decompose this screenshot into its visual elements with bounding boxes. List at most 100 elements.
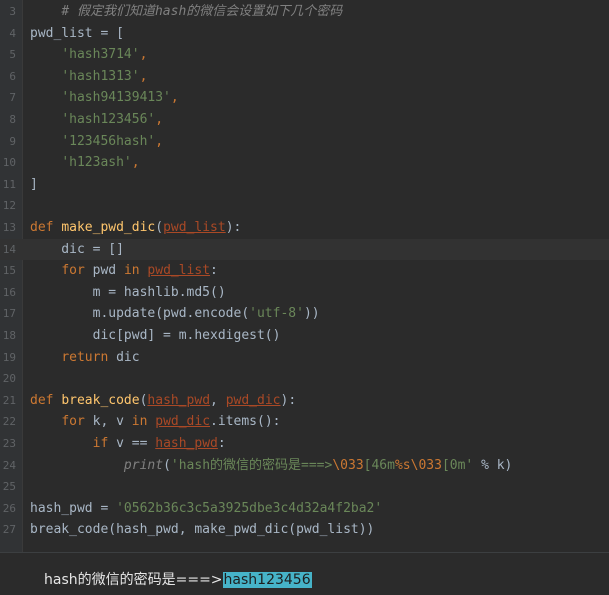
code-line[interactable]: 14 dic = [] bbox=[0, 238, 609, 261]
line-number: 14 bbox=[2, 242, 16, 256]
code-token: hash_pwd bbox=[155, 436, 218, 451]
code-token: , bbox=[139, 47, 148, 63]
line-number: 6 bbox=[9, 69, 16, 83]
line-number: 15 bbox=[2, 264, 16, 278]
code-line[interactable]: 23 if v == hash_pwd: bbox=[0, 433, 609, 455]
code-line[interactable]: 12 bbox=[0, 195, 609, 217]
code-line[interactable]: 25 bbox=[0, 476, 609, 498]
console-output-line: hash的微信的密码是===>hash123456 bbox=[44, 570, 312, 590]
line-number: 10 bbox=[2, 156, 16, 170]
code-text: dic[pwd] = m.hexdigest() bbox=[30, 325, 281, 347]
code-line[interactable]: 26 hash_pwd = '0562b36c3c5a3925dbe3c4d32a… bbox=[0, 498, 609, 520]
code-token: pwd bbox=[92, 263, 124, 279]
code-token: : bbox=[210, 263, 218, 279]
code-token: dic[pwd] = m.hexdigest() bbox=[30, 328, 281, 343]
code-line[interactable]: 18 dic[pwd] = m.hexdigest() bbox=[0, 325, 609, 347]
code-token: def bbox=[30, 220, 62, 235]
code-line[interactable]: 19 return dic bbox=[0, 347, 609, 369]
code-line[interactable]: 7 'hash94139413', bbox=[0, 87, 609, 109]
code-token: pwd_list bbox=[30, 25, 93, 41]
code-line[interactable]: 11] bbox=[0, 174, 609, 196]
code-token: make_pwd_dic bbox=[61, 220, 156, 235]
code-token: , bbox=[131, 155, 140, 171]
code-text: m.update(pwd.encode('utf-8')) bbox=[30, 303, 320, 325]
code-text: 'hash123456', bbox=[30, 109, 163, 131]
code-text: for k, v in pwd_dic.items(): bbox=[30, 411, 280, 433]
code-line[interactable]: 21 def break_code(hash_pwd, pwd_dic): bbox=[0, 390, 609, 412]
code-token: ( bbox=[163, 457, 171, 473]
code-line[interactable]: 10 'h123ash', bbox=[0, 152, 609, 174]
code-token: 'hash123456' bbox=[61, 112, 156, 127]
code-token: '123456hash' bbox=[61, 133, 156, 149]
code-line[interactable]: 3 # 假定我们知道hash的微信会设置如下几个密码 bbox=[0, 1, 609, 23]
code-token: pwd_dic bbox=[155, 414, 211, 430]
code-token: print bbox=[123, 457, 164, 473]
code-token: 'hash1313' bbox=[61, 68, 140, 84]
code-text: return dic bbox=[30, 347, 139, 369]
console-output-highlight: hash123456 bbox=[222, 572, 312, 588]
code-token: m = hashlib.md5() bbox=[30, 284, 226, 300]
code-token: % k) bbox=[473, 457, 513, 473]
code-token: 'utf-8' bbox=[249, 306, 304, 322]
code-token: , bbox=[155, 112, 164, 127]
code-line[interactable]: 4 pwd_list = [ bbox=[0, 23, 609, 45]
line-number: 13 bbox=[2, 221, 16, 234]
line-number: 21 bbox=[2, 393, 16, 407]
code-token: [] bbox=[108, 241, 124, 257]
code-line[interactable]: 6 'hash1313', bbox=[0, 66, 609, 88]
code-text: dic = [] bbox=[30, 239, 124, 261]
code-token: k, v bbox=[92, 414, 132, 430]
line-number: 24 bbox=[2, 458, 16, 472]
line-number: 22 bbox=[2, 415, 16, 429]
code-line[interactable]: 16 m = hashlib.md5() bbox=[0, 282, 609, 304]
code-token: , bbox=[170, 90, 179, 106]
code-token: def bbox=[30, 392, 62, 408]
code-token: '0562b36c3c5a3925dbe3c4d32a4f2ba2' bbox=[116, 500, 383, 516]
code-line[interactable]: 9 '123456hash', bbox=[0, 131, 609, 153]
code-token: , bbox=[210, 392, 226, 408]
code-token: v == bbox=[116, 436, 156, 451]
code-text: 'hash1313', bbox=[30, 66, 147, 88]
code-line[interactable]: 13 def make_pwd_dic(pwd_list): bbox=[0, 217, 609, 239]
code-text: print('hash的微信的密码是===>\033[46m%s\033[0m'… bbox=[30, 455, 512, 477]
line-number: 5 bbox=[9, 48, 16, 62]
line-number: 23 bbox=[2, 437, 16, 450]
code-line[interactable]: 27 break_code(hash_pwd, make_pwd_dic(pwd_… bbox=[0, 519, 609, 541]
code-token: [46m bbox=[363, 457, 395, 473]
code-line[interactable]: 17 m.update(pwd.encode('utf-8')) bbox=[0, 303, 609, 325]
line-number: 12 bbox=[2, 199, 16, 213]
line-number: 17 bbox=[2, 307, 16, 321]
line-number: 3 bbox=[9, 5, 16, 18]
code-token: )) bbox=[303, 306, 320, 322]
code-text: 'hash94139413', bbox=[30, 87, 179, 109]
code-line[interactable]: 5 'hash3714', bbox=[0, 44, 609, 66]
code-editor[interactable]: 3 # 假定我们知道hash的微信会设置如下几个密码 4 pwd_list = [5… bbox=[0, 0, 609, 552]
code-text: hash_pwd = '0562b36c3c5a3925dbe3c4d32a4f… bbox=[30, 498, 382, 520]
code-token: ): bbox=[225, 220, 242, 235]
line-number: 8 bbox=[9, 113, 16, 126]
code-token: \033 bbox=[332, 457, 364, 473]
code-text: break_code(hash_pwd, make_pwd_dic(pwd_li… bbox=[30, 519, 374, 541]
code-token: ] bbox=[30, 176, 38, 192]
code-line[interactable]: 24 print('hash的微信的密码是===>\033[46m%s\033[… bbox=[0, 455, 609, 477]
run-console: hash的微信的密码是===>hash123456 bbox=[0, 552, 609, 595]
code-token: 'hash的微信的密码是===> bbox=[170, 457, 333, 473]
code-line[interactable]: 8 'hash123456', bbox=[0, 109, 609, 131]
code-token: 'h123ash' bbox=[61, 155, 132, 171]
code-token: for bbox=[61, 414, 93, 430]
code-token: pwd_dic bbox=[225, 392, 281, 408]
code-token: in bbox=[131, 414, 156, 430]
line-number: 16 bbox=[2, 285, 16, 299]
code-line[interactable]: 22 for k, v in pwd_dic.items(): bbox=[0, 411, 609, 433]
code-token: 'hash3714' bbox=[61, 47, 140, 63]
code-line[interactable]: 15 for pwd in pwd_list: bbox=[0, 260, 609, 282]
code-line[interactable]: 20 bbox=[0, 368, 609, 390]
code-text: ] bbox=[30, 174, 38, 196]
line-number: 20 bbox=[2, 372, 16, 386]
